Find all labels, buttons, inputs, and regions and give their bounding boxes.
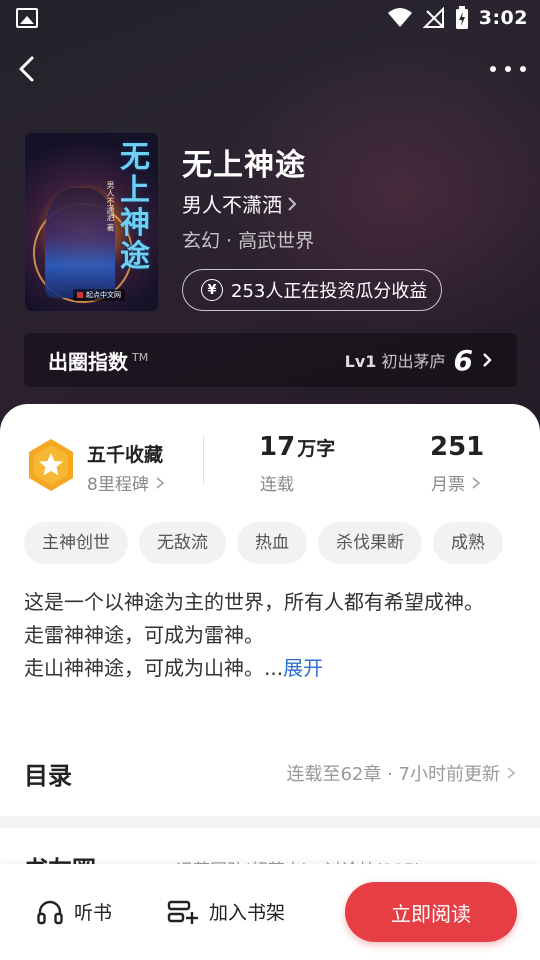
toc-meta: 连载至62章 · 7小时前更新 <box>286 760 516 786</box>
synopsis-line-text: 走山神神途，可成为山神。... <box>24 656 284 680</box>
tag-chip[interactable]: 成熟 <box>433 522 503 564</box>
word-count-value: 17 <box>259 432 296 462</box>
cover-title: 无上神途 <box>120 140 150 274</box>
chevron-left-icon <box>19 56 34 82</box>
bottom-action-bar: 听书 加入书架 立即阅读 <box>0 864 540 960</box>
serial-status: 连载 <box>260 475 294 495</box>
synopsis-line: 这是一个以神途为主的世界，所有人都有希望成神。 <box>24 590 484 614</box>
stats-row: 五千收藏 8里程碑 17 万字 连载 251 月票 <box>0 432 540 502</box>
collection-title: 五千收藏 <box>87 444 164 466</box>
cover-author: 男人不潇洒 著 <box>106 181 115 232</box>
chevron-right-icon <box>507 767 516 779</box>
section-divider <box>0 816 540 828</box>
index-level-group: Lv1 初出茅庐 6 <box>345 344 493 377</box>
reader-circle-section[interactable]: 书友圈 运营团队(超萌志) · 讨论帖(105) <box>0 828 540 864</box>
synopsis-line: 走雷神神途，可成为雷神。 <box>24 623 264 647</box>
clock: 3:02 <box>478 7 528 29</box>
word-count: 17 万字 <box>259 432 335 462</box>
table-of-contents-row[interactable]: 目录 连载至62章 · 7小时前更新 <box>0 744 540 800</box>
index-label-text: 出圈指数 <box>48 349 128 374</box>
author-name: 男人不潇洒 <box>182 193 282 217</box>
chevron-right-icon <box>472 476 481 489</box>
status-icons: 3:02 <box>387 6 528 30</box>
chevron-right-icon <box>156 476 165 489</box>
chevron-right-icon <box>288 196 297 211</box>
book-genre: 玄幻 · 高武世界 <box>182 230 315 252</box>
cover-publisher-badge: 起点中文网 <box>73 289 125 301</box>
reader-circle-title: 书友圈 <box>24 850 96 864</box>
tag-chip[interactable]: 杀伐果断 <box>318 522 422 564</box>
author-link[interactable]: 男人不潇洒 <box>182 189 298 218</box>
index-label: 出圈指数 TM <box>48 346 148 375</box>
index-level: Lv1 初出茅庐 <box>345 348 446 372</box>
milestone-text: 8里程碑 <box>87 475 149 495</box>
book-header: 3:02 无上神途 男人不潇洒 著 起点中文网 无上神途 男人不潇洒 玄幻 · … <box>0 0 540 440</box>
more-dot-icon <box>505 66 511 72</box>
add-bookshelf-icon <box>167 900 198 924</box>
wifi-icon <box>387 8 412 27</box>
expand-synopsis-link[interactable]: 展开 <box>283 656 323 680</box>
add-to-shelf-button[interactable]: 加入书架 <box>167 898 285 925</box>
book-title: 无上神途 <box>182 148 306 183</box>
gallery-notification-icon <box>16 8 38 28</box>
add-shelf-label: 加入书架 <box>209 902 286 924</box>
synopsis: 这是一个以神途为主的世界，所有人都有希望成神。 走雷神神途，可成为雷神。 走山神… <box>24 586 520 685</box>
tag-list: 主神创世 无敌流 热血 杀伐果断 成熟 <box>24 522 503 564</box>
trademark-mark: TM <box>132 350 149 364</box>
monthly-ticket-link[interactable]: 月票 <box>431 470 481 495</box>
tag-chip[interactable]: 热血 <box>237 522 307 564</box>
headphones-icon <box>37 900 63 924</box>
collection-medal-icon[interactable] <box>26 438 76 492</box>
toc-title: 目录 <box>24 762 72 790</box>
no-signal-icon <box>422 7 444 28</box>
more-dot-icon <box>520 66 526 72</box>
synopsis-line: 走山神神途，可成为山神。...展开 <box>24 652 520 685</box>
stats-divider <box>203 434 204 486</box>
index-level-name: 初出茅庐 <box>381 352 446 371</box>
book-detail-panel: 五千收藏 8里程碑 17 万字 连载 251 月票 主神创世 无敌流 热血 杀伐果… <box>0 404 540 816</box>
back-button[interactable] <box>14 54 42 84</box>
battery-charging-icon <box>455 6 468 29</box>
listen-label: 听书 <box>74 902 113 924</box>
tag-chip[interactable]: 无敌流 <box>139 522 226 564</box>
toc-update-text: 连载至62章 · 7小时前更新 <box>286 764 500 785</box>
invest-text: 253人正在投资瓜分收益 <box>231 281 428 302</box>
more-options-button[interactable] <box>490 56 526 82</box>
status-bar: 3:02 <box>0 0 540 36</box>
index-level-code: Lv1 <box>344 352 377 371</box>
monthly-ticket-label: 月票 <box>431 475 465 495</box>
yen-coin-icon: ¥ <box>201 279 223 301</box>
popularity-index-bar[interactable]: 出圈指数 TM Lv1 初出茅庐 6 <box>24 333 517 387</box>
tag-chip[interactable]: 主神创世 <box>24 522 128 564</box>
more-dot-icon <box>490 66 496 72</box>
milestone-link[interactable]: 8里程碑 <box>87 470 165 495</box>
chevron-right-icon <box>483 353 492 367</box>
index-value: 6 <box>453 343 473 377</box>
reader-circle-meta: 运营团队(超萌志) · 讨论帖(105) <box>176 856 421 864</box>
book-cover[interactable]: 无上神途 男人不潇洒 著 起点中文网 <box>25 133 158 311</box>
word-count-unit: 万字 <box>297 438 336 460</box>
listen-button[interactable]: 听书 <box>36 898 112 925</box>
monthly-ticket-count: 251 <box>430 432 485 462</box>
invest-button[interactable]: ¥ 253人正在投资瓜分收益 <box>182 269 442 311</box>
read-now-button[interactable]: 立即阅读 <box>345 882 517 942</box>
